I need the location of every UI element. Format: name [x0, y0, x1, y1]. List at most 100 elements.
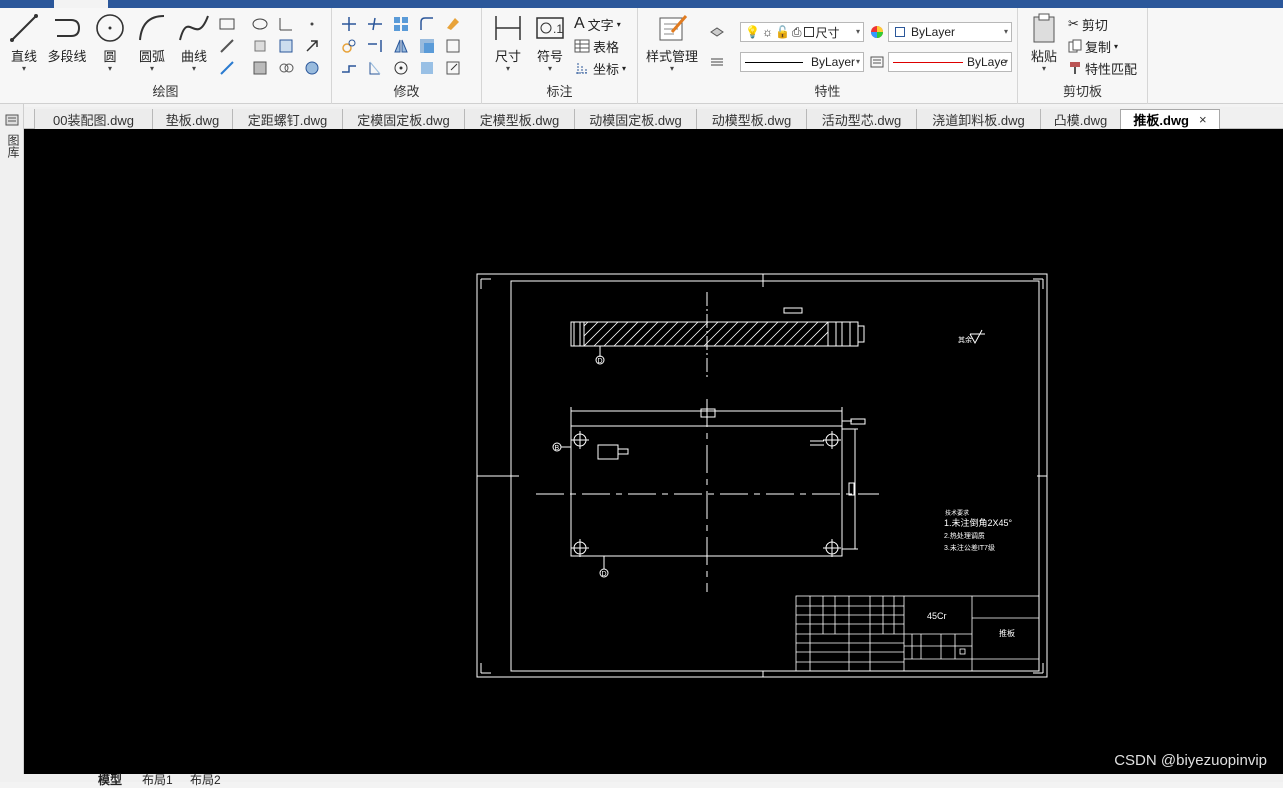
copy-object-tool[interactable] [338, 36, 360, 56]
annotate-panel: 尺寸 ▾ .1 符号 ▾ A 文字 ▾ 表格 坐标 ▾ 标注 [482, 8, 638, 104]
point-tool[interactable] [301, 14, 323, 34]
doc-tab[interactable]: 活动型芯.dwg [806, 109, 916, 129]
doc-tab[interactable]: 定模固定板.dwg [342, 109, 464, 129]
polyline-button[interactable]: 多段线 [44, 12, 90, 65]
chevron-down-icon: ▾ [21, 64, 26, 73]
line-button[interactable]: 直线 ▾ [2, 12, 46, 73]
color-value: ByLayer [911, 25, 956, 39]
extend-icon [368, 40, 382, 52]
coordinate-button[interactable]: 坐标 ▾ [574, 58, 626, 78]
chevron-down-icon: ▾ [149, 64, 154, 73]
doc-tab[interactable]: 定距螺钉.dwg [232, 109, 342, 129]
mirror-tool[interactable] [390, 36, 412, 56]
line-sample [745, 61, 803, 63]
layout-tab-1[interactable]: 布局1 [142, 771, 173, 788]
match-properties-button[interactable]: 特性匹配 [1068, 58, 1137, 78]
angle-tool[interactable] [275, 14, 297, 34]
layer-select[interactable]: 💡 ☼ 🔓 ⎙ 尺寸 ▾ [740, 22, 864, 42]
wipeout-tool[interactable] [301, 58, 323, 78]
linetype-settings-button[interactable] [706, 52, 728, 72]
symbol-button[interactable]: .1 符号 ▾ [528, 12, 572, 73]
style-manager-button[interactable]: 样式管理 ▾ [642, 12, 702, 73]
layout-tab-model[interactable]: 模型 [98, 771, 122, 788]
ribbon-tab-active[interactable] [54, 0, 108, 8]
doc-tab[interactable]: 动模固定板.dwg [574, 109, 696, 129]
offset-icon [420, 39, 434, 53]
title-strip [0, 0, 1283, 8]
line-icon [10, 14, 38, 42]
fillet-icon [420, 17, 433, 30]
linetype-select[interactable]: ByLayer ▾ [740, 52, 864, 72]
explode-tool[interactable] [416, 58, 438, 78]
scale-icon [446, 39, 460, 53]
style-manager-icon [659, 15, 688, 41]
angle-icon [279, 18, 292, 31]
copy-button[interactable]: 复制 ▾ [1068, 36, 1118, 56]
doc-tab-active[interactable]: 推板.dwg × [1120, 109, 1220, 129]
move-tool[interactable] [338, 14, 360, 34]
color-swatch-icon [803, 27, 814, 37]
color-select[interactable]: ByLayer ▾ [888, 22, 1012, 42]
library-icon[interactable] [4, 112, 20, 128]
rectangle-icon [219, 18, 235, 30]
drawing-canvas[interactable]: D 其余 B D 技术要求 1.未注倒角2X45° 2.热处理调质 3.未注公差… [24, 129, 1283, 774]
ellipse-tool[interactable] [249, 14, 271, 34]
lengthen-tool[interactable] [364, 58, 386, 78]
doc-tab[interactable]: 凸模.dwg [1040, 109, 1120, 129]
fillet-tool[interactable] [416, 14, 438, 34]
lengthen-icon [369, 61, 381, 75]
wipeout-icon [305, 61, 319, 75]
trim-tool[interactable] [364, 14, 386, 34]
center-marks [477, 274, 1047, 677]
layer-manager-button[interactable] [706, 22, 728, 42]
doc-tab-label: 凸模.dwg [1053, 112, 1108, 128]
rectangle-tool[interactable] [216, 14, 238, 34]
text-button[interactable]: A 文字 ▾ [574, 14, 621, 34]
properties-panel: 样式管理 ▾ 💡 ☼ 🔓 ⎙ 尺寸 ▾ ByLayer ▾ ByLayer ▾ [638, 8, 1018, 104]
revcloud-tool[interactable] [275, 58, 297, 78]
arc-button[interactable]: 圆弧 ▾ [130, 12, 174, 73]
plan-view [536, 399, 879, 592]
color-wheel-icon [871, 26, 883, 38]
offset-tool[interactable] [416, 36, 438, 56]
construction-line-tool[interactable] [216, 36, 238, 56]
region-tool[interactable] [249, 36, 271, 56]
close-icon[interactable]: × [1199, 112, 1207, 127]
doc-tab[interactable]: 00装配图.dwg [34, 109, 152, 129]
ray-tool[interactable] [216, 58, 238, 78]
paste-button[interactable]: 粘贴 ▾ [1024, 12, 1064, 73]
erase-tool[interactable] [442, 14, 464, 34]
doc-tab[interactable]: 垫板.dwg [152, 109, 232, 129]
arrow-tool[interactable] [301, 36, 323, 56]
mirror-icon [394, 39, 408, 53]
boundary-tool[interactable] [249, 58, 271, 78]
table-button[interactable]: 表格 [574, 36, 619, 56]
circle-button[interactable]: 圆 ▾ [88, 12, 132, 73]
lineweight-button[interactable] [866, 52, 888, 72]
cut-button[interactable]: ✂ 剪切 [1068, 14, 1108, 34]
properties-panel-title: 特性 [814, 84, 841, 99]
color-wheel-button[interactable] [866, 22, 888, 42]
doc-tab[interactable]: 动模型板.dwg [696, 109, 806, 129]
doc-tab[interactable]: 浇道卸料板.dwg [916, 109, 1040, 129]
edit-tool[interactable] [442, 58, 464, 78]
modify-panel: 修改 [332, 8, 482, 104]
region-icon [254, 40, 266, 52]
layout-tab-2[interactable]: 布局2 [190, 771, 221, 788]
datum-b-left: B [555, 445, 560, 452]
dimension-button[interactable]: 尺寸 ▾ [486, 12, 530, 73]
printer-icon: ⎙ [791, 24, 802, 39]
array-tool[interactable] [390, 14, 412, 34]
library-label[interactable]: 图库 [5, 134, 22, 158]
scissors-icon: ✂ [1068, 16, 1079, 31]
stretch-tool[interactable] [338, 58, 360, 78]
hatch-tool[interactable] [275, 36, 297, 56]
doc-tab[interactable]: 定模型板.dwg [464, 109, 574, 129]
chevron-down-icon: ▾ [1114, 41, 1119, 51]
lineweight-select[interactable]: ByLaye ▾ [888, 52, 1012, 72]
scale-tool[interactable] [442, 36, 464, 56]
curve-button[interactable]: 曲线 ▾ [172, 12, 216, 73]
rotate-tool[interactable] [390, 58, 412, 78]
clipboard-panel-title: 剪切板 [1062, 84, 1102, 99]
extend-tool[interactable] [364, 36, 386, 56]
